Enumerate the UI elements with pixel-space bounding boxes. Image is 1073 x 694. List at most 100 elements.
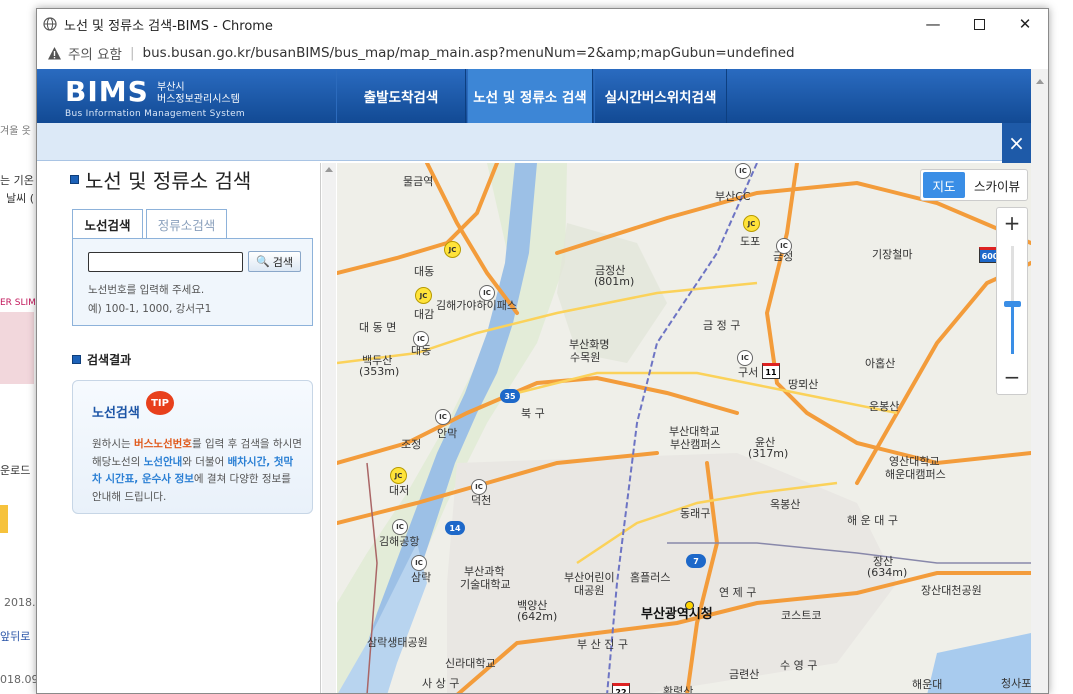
map-label: (642m)	[517, 610, 558, 623]
map-label: 기장철마	[872, 248, 913, 261]
url-divider: |	[129, 45, 135, 61]
zoom-slider-handle[interactable]	[1004, 301, 1021, 307]
title-bar[interactable]: 노선 및 정류소 검색-BIMS - Chrome — ✕	[37, 9, 1048, 39]
ic-marker: IC	[737, 350, 753, 366]
panel-title-text: 노선 및 정류소 검색	[85, 169, 252, 193]
sub-header-bar	[37, 123, 1002, 161]
jc-marker: JC	[415, 287, 432, 304]
security-status[interactable]: 주의 요함	[68, 43, 122, 63]
bg-button	[0, 505, 8, 533]
map-label: 북 구	[521, 407, 545, 420]
nav-departure-arrival[interactable]: 출발도착검색	[336, 69, 466, 123]
map-label: 장산대천공원	[921, 584, 982, 597]
popup-window: 노선 및 정류소 검색-BIMS - Chrome — ✕ 주의 요함 | bu…	[36, 8, 1049, 694]
panel-close-button[interactable]: ×	[1002, 123, 1031, 163]
search-button[interactable]: 🔍 검색	[248, 251, 301, 272]
map-label: 옥봉산	[770, 498, 801, 511]
tab-route-search[interactable]: 노선검색	[72, 209, 143, 239]
map-label: (353m)	[359, 365, 400, 378]
map-label: 청사포	[1001, 677, 1031, 690]
panel-scrollbar[interactable]	[322, 163, 336, 693]
map-label: 부산캠퍼스	[670, 438, 721, 451]
minimize-button[interactable]: —	[910, 9, 956, 39]
map-label: 대저	[389, 484, 410, 497]
route-search-form: 🔍 검색 노선번호를 입력해 주세요. 예) 100-1, 1000, 강서구1	[72, 238, 313, 326]
bg-text: 는 기온	[0, 174, 34, 187]
bg-text: 겨울 옷	[0, 126, 31, 137]
minimize-icon: —	[925, 15, 941, 33]
ic-marker: IC	[411, 555, 427, 571]
tip-text: 와 더불어	[182, 455, 228, 468]
window-scrollbar[interactable]	[1031, 69, 1048, 693]
bg-text: 운로드	[0, 464, 31, 477]
map-label: 조정	[401, 438, 422, 451]
city-hall-marker	[685, 601, 694, 610]
tip-badge: TIP	[146, 391, 174, 415]
magnifier-icon: 🔍	[256, 255, 270, 268]
zoom-in-button[interactable]: +	[997, 208, 1027, 238]
ic-marker: IC	[776, 238, 792, 254]
map-label: 사 상 구	[422, 677, 460, 690]
map-label: 대동	[414, 265, 435, 278]
panel-title: 노선 및 정류소 검색	[70, 165, 251, 194]
ic-marker: IC	[471, 479, 487, 495]
logo-sub-1: 부산시	[157, 82, 185, 93]
map-label: 구서	[738, 366, 759, 379]
site-header: BIMS 부산시 버스정보관리시스템 Bus Information Manage…	[37, 69, 1031, 123]
ic-marker: IC	[392, 519, 408, 535]
map-label: 황령산	[663, 685, 694, 694]
bg-text: 앞뒤로	[0, 630, 31, 643]
map-label: 금 정 구	[703, 319, 741, 332]
bims-logo[interactable]: BIMS 부산시 버스정보관리시스템 Bus Information Manage…	[65, 75, 245, 119]
logo-english: Bus Information Management System	[65, 109, 245, 119]
map-type-map[interactable]: 지도	[923, 172, 965, 198]
map-label: 금련산	[729, 668, 760, 681]
map-label: 해운대캠퍼스	[885, 468, 946, 481]
results-title: 검색결과	[72, 351, 131, 368]
map-label: 홈플러스	[630, 571, 671, 584]
route-shield: 22	[612, 683, 630, 693]
route-shield: 14	[445, 521, 465, 535]
ic-marker: IC	[435, 409, 451, 425]
tab-stop-search[interactable]: 정류소검색	[146, 209, 227, 239]
map-view[interactable]: 물금역 금정산 (801m) 부산CC 도포 금정 기장철마 대동 대감 김해가야하이패스 대 동 …	[337, 163, 1031, 694]
map-type-skyview[interactable]: 스카이뷰	[967, 170, 1027, 200]
map-label: 물금역	[403, 175, 434, 188]
bullet-icon	[70, 175, 79, 184]
tip-box: 노선검색 TIP 원하시는 버스노선번호를 입력 후 검색을 하시면 해당노선의…	[72, 380, 313, 514]
map-label: (634m)	[867, 566, 908, 579]
tip-text: 원하시는	[92, 438, 134, 450]
bg-text: ER SLIM	[0, 298, 36, 308]
map-label: 동래구	[680, 507, 711, 520]
jc-marker: JC	[390, 467, 407, 484]
map-label: 도포	[740, 235, 761, 248]
map-type-toggle: 지도 스카이뷰	[920, 169, 1028, 201]
results-title-text: 검색결과	[87, 353, 132, 367]
maximize-icon	[973, 18, 985, 30]
map-label: 대공원	[574, 584, 605, 597]
logo-subtitle: 부산시 버스정보관리시스템	[157, 82, 277, 106]
map-label: 기술대학교	[460, 578, 511, 591]
route-shield: 35	[500, 389, 520, 403]
scroll-up-icon[interactable]	[325, 167, 333, 172]
close-window-button[interactable]: ✕	[1002, 9, 1048, 39]
tip-title: 노선검색	[92, 406, 140, 421]
route-number-input[interactable]	[88, 252, 243, 272]
zoom-out-button[interactable]: −	[997, 362, 1027, 392]
search-hint: 노선번호를 입력해 주세요.	[88, 284, 205, 296]
map-label: 수목원	[570, 351, 601, 364]
map-label: 안막	[437, 427, 458, 440]
nav-realtime-bus[interactable]: 실시간버스위치검색	[594, 69, 727, 123]
bullet-icon	[72, 355, 81, 364]
map-label: (801m)	[594, 275, 635, 288]
scroll-up-icon[interactable]	[1036, 79, 1044, 84]
close-icon: ✕	[1018, 15, 1032, 33]
nav-route-stop-search[interactable]: 노선 및 정류소 검색	[467, 69, 593, 123]
maximize-button[interactable]	[956, 9, 1002, 39]
globe-icon	[43, 17, 57, 31]
search-button-label: 검색	[272, 255, 293, 269]
map-label: 연 제 구	[719, 586, 757, 599]
address-bar[interactable]: 주의 요함 | bus.busan.go.kr/busanBIMS/bus_ma…	[37, 39, 1048, 67]
url-text[interactable]: bus.busan.go.kr/busanBIMS/bus_map/map_ma…	[143, 45, 795, 61]
bg-ad-image	[0, 312, 34, 384]
